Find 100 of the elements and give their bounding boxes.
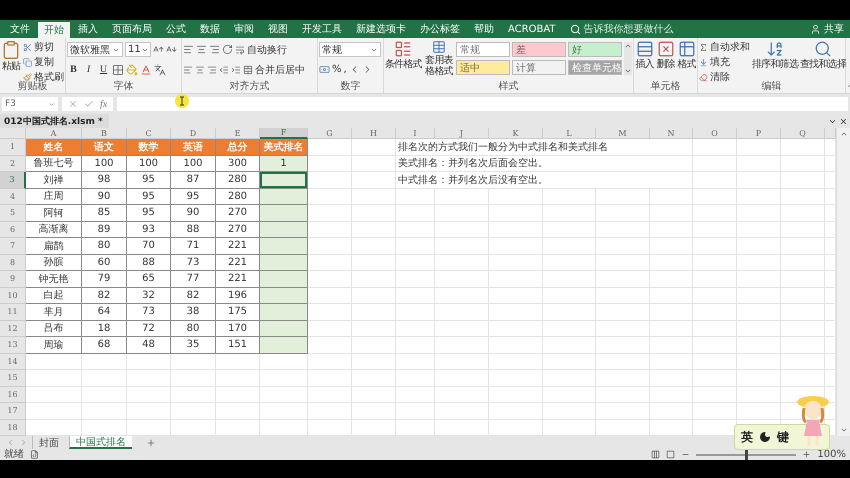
row-header[interactable]: 4 bbox=[0, 188, 26, 205]
ribbon-tab[interactable]: 文件 bbox=[4, 20, 36, 38]
table-cell[interactable]: 221 bbox=[216, 238, 260, 254]
table-cell[interactable]: 98 bbox=[82, 172, 127, 188]
clear-button[interactable]: 清除 bbox=[699, 70, 750, 84]
font-color-icon[interactable] bbox=[140, 64, 152, 76]
cut-button[interactable]: 剪切 bbox=[23, 40, 64, 54]
format-table-button[interactable]: 套用表格格式 bbox=[424, 40, 454, 81]
table-cell[interactable]: 高渐离 bbox=[26, 222, 82, 238]
ribbon-tab[interactable]: 插入 bbox=[72, 20, 104, 38]
row-header[interactable]: 1 bbox=[0, 139, 26, 156]
table-cell[interactable]: 庄周 bbox=[26, 188, 82, 205]
table-cell[interactable]: 221 bbox=[216, 271, 260, 288]
column-header[interactable]: E bbox=[216, 128, 260, 139]
insert-cells-button[interactable]: 插入 bbox=[635, 40, 654, 81]
table-cell[interactable]: 280 bbox=[216, 172, 260, 188]
table-cell[interactable]: 300 bbox=[216, 156, 260, 172]
table-cell[interactable]: 270 bbox=[216, 222, 260, 238]
format-cells-button[interactable]: 格式 bbox=[677, 40, 696, 81]
table-cell[interactable]: 170 bbox=[216, 320, 260, 337]
rotate-icon[interactable] bbox=[222, 44, 233, 55]
borders-icon[interactable] bbox=[112, 64, 124, 76]
workbook-tab[interactable]: 012中国式排名.xlsm * bbox=[0, 114, 109, 128]
align-bottom-icon[interactable] bbox=[209, 44, 220, 55]
table-cell[interactable]: 64 bbox=[82, 304, 127, 320]
next-sheet-icon[interactable] bbox=[19, 438, 28, 447]
zoom-level[interactable]: 100% bbox=[817, 449, 846, 460]
table-cell[interactable]: 阿轲 bbox=[26, 205, 82, 222]
autosum-button[interactable]: 自动求和 bbox=[699, 40, 750, 54]
table-cell[interactable]: 90 bbox=[171, 205, 216, 222]
fill-button[interactable]: 填充 bbox=[699, 55, 750, 69]
table-cell[interactable]: 钟无艳 bbox=[26, 271, 82, 288]
row-header[interactable]: 3 bbox=[0, 172, 26, 188]
ribbon-tab[interactable]: 审阅 bbox=[228, 20, 260, 38]
column-header[interactable]: C bbox=[127, 128, 171, 139]
previous-sheet-icon[interactable] bbox=[6, 438, 15, 447]
share-button[interactable]: 共享 bbox=[810, 20, 844, 38]
table-cell[interactable]: 扁鹊 bbox=[26, 238, 82, 254]
ribbon-tab[interactable]: 开发工具 bbox=[296, 20, 348, 38]
table-cell[interactable]: 72 bbox=[127, 320, 171, 337]
page-layout-icon[interactable] bbox=[666, 450, 676, 459]
row-header[interactable]: 9 bbox=[0, 271, 26, 288]
table-cell[interactable]: 吕布 bbox=[26, 320, 82, 337]
number-format-select[interactable]: 常规 bbox=[319, 42, 381, 57]
table-cell[interactable]: 95 bbox=[127, 188, 171, 205]
cell-style-swatch[interactable]: 常规 bbox=[456, 42, 510, 57]
table-cell[interactable]: 88 bbox=[171, 222, 216, 238]
currency-icon[interactable] bbox=[319, 64, 330, 75]
indent-decrease-icon[interactable] bbox=[219, 64, 229, 74]
ribbon-tab[interactable]: 公式 bbox=[160, 20, 192, 38]
column-header[interactable]: A bbox=[26, 128, 82, 139]
table-cell[interactable]: 90 bbox=[82, 188, 127, 205]
align-left-icon[interactable] bbox=[183, 64, 193, 74]
sheet-tab[interactable]: 中国式排名 bbox=[69, 436, 132, 449]
row-header[interactable]: 7 bbox=[0, 238, 26, 254]
table-cell[interactable]: 73 bbox=[171, 254, 216, 271]
table-cell[interactable]: 175 bbox=[216, 304, 260, 320]
add-sheet-icon[interactable] bbox=[146, 438, 156, 448]
table-cell[interactable]: 100 bbox=[127, 156, 171, 172]
vertical-scrollbar[interactable] bbox=[836, 128, 850, 436]
table-cell[interactable]: 18 bbox=[82, 320, 127, 337]
ime-status-bar[interactable]: 英 键 bbox=[734, 424, 830, 450]
formula-input[interactable] bbox=[117, 97, 848, 111]
table-cell[interactable]: 60 bbox=[82, 254, 127, 271]
column-header[interactable]: F bbox=[260, 128, 308, 139]
italic-button[interactable]: I bbox=[82, 62, 95, 77]
table-cell[interactable]: 280 bbox=[216, 188, 260, 205]
column-header[interactable]: K bbox=[489, 128, 543, 139]
close-icon[interactable] bbox=[839, 117, 848, 126]
table-cell[interactable]: 38 bbox=[171, 304, 216, 320]
cell-style-swatch[interactable]: 差 bbox=[512, 42, 566, 57]
row-header[interactable]: 16 bbox=[0, 386, 26, 403]
table-cell[interactable]: 刘禅 bbox=[26, 172, 82, 188]
table-cell[interactable]: 70 bbox=[127, 238, 171, 254]
align-top-icon[interactable] bbox=[183, 44, 194, 55]
ribbon-tab[interactable]: 帮助 bbox=[468, 20, 500, 38]
gallery-scroll[interactable] bbox=[624, 42, 632, 75]
column-header[interactable]: G bbox=[308, 128, 352, 139]
merge-center-button[interactable]: 合并后居中 bbox=[243, 62, 305, 76]
ribbon-tab[interactable]: 页面布局 bbox=[106, 20, 158, 38]
scroll-down-icon[interactable] bbox=[840, 426, 848, 434]
column-header[interactable]: Q bbox=[781, 128, 825, 139]
table-cell[interactable]: 82 bbox=[171, 288, 216, 304]
font-size-select[interactable]: 11 bbox=[125, 42, 151, 57]
row-header[interactable]: 5 bbox=[0, 205, 26, 222]
percent-button[interactable]: % bbox=[332, 62, 342, 76]
row-header[interactable]: 6 bbox=[0, 222, 26, 238]
indent-increase-icon[interactable] bbox=[231, 64, 241, 74]
sort-filter-button[interactable]: 排序和筛选 bbox=[752, 40, 798, 81]
tell-me-search[interactable]: 告诉我你想要做什么 bbox=[570, 20, 674, 38]
ribbon-tab[interactable]: 新建选项卡 bbox=[350, 20, 412, 38]
table-cell[interactable]: 鲁班七号 bbox=[26, 156, 82, 172]
ribbon-tab[interactable]: 视图 bbox=[262, 20, 294, 38]
column-header[interactable]: O bbox=[693, 128, 737, 139]
paste-button[interactable]: 粘贴 bbox=[1, 40, 21, 81]
row-header[interactable]: 15 bbox=[0, 370, 26, 386]
cell-style-swatch[interactable]: 适中 bbox=[456, 60, 510, 75]
row-header[interactable]: 18 bbox=[0, 420, 26, 436]
table-cell[interactable]: 32 bbox=[127, 288, 171, 304]
cancel-icon[interactable] bbox=[68, 99, 78, 109]
